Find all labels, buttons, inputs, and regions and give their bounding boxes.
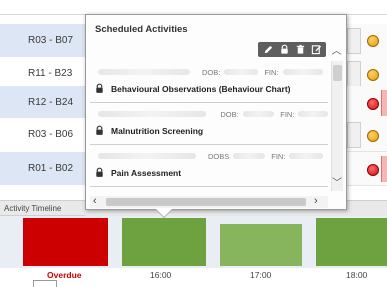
room-label: R11 - B23: [28, 68, 73, 79]
activity-title: Behavioural Observations (Behaviour Char…: [94, 83, 291, 94]
status-dot-icon[interactable]: [367, 98, 379, 110]
list-item[interactable]: DOB: FIN: Behavioural Observations (Beha…: [90, 61, 328, 103]
room-row-3[interactable]: R12 - B24: [0, 86, 85, 120]
overdue-block: [381, 156, 387, 182]
lock-icon: [96, 125, 103, 135]
list-item[interactable]: DOB: FIN: Malnutrition Screening: [90, 103, 328, 145]
patient-info: DOBS FIN:: [90, 151, 328, 161]
redacted-name: [98, 153, 196, 159]
status-dot-icon[interactable]: [367, 69, 379, 81]
room-pale-cell: [347, 61, 361, 87]
activity-title: Pain Assessment: [94, 167, 181, 178]
fin-label: FIN:: [271, 151, 286, 161]
lock-icon: [96, 167, 103, 177]
scroll-up-icon[interactable]: ︿: [329, 42, 344, 57]
scheduled-activities-popup: Scheduled Activities ︿ DOB: FIN: Behavio…: [85, 14, 347, 210]
scroll-right-icon[interactable]: ›: [314, 195, 318, 207]
redacted-name: [98, 111, 207, 117]
timeline-label-overdue: Overdue: [47, 270, 82, 280]
dob-label: DOB:: [220, 109, 239, 119]
list-item[interactable]: DOBS FIN: Pain Assessment: [90, 145, 328, 187]
dob-label: DOBS: [208, 151, 230, 161]
activity-title-text: Pain Assessment: [111, 167, 182, 178]
room-label: R12 - B24: [28, 97, 74, 108]
overdue-block: [381, 90, 387, 116]
scroll-down-icon[interactable]: ﹀: [331, 175, 343, 189]
popup-title: Scheduled Activities: [95, 24, 188, 35]
activity-title-text: Malnutrition Screening: [111, 125, 204, 136]
room-row-1[interactable]: R03 - B07: [0, 24, 85, 58]
redacted-dob: [233, 153, 266, 159]
room-pale-cell: [347, 122, 361, 148]
room-label: R01 - B02: [28, 163, 74, 174]
dob-label: DOB:: [202, 67, 221, 77]
status-dot-icon[interactable]: [367, 164, 379, 176]
redacted-fin: [289, 153, 324, 159]
patient-info: DOB: FIN:: [90, 67, 328, 77]
timeline-label: Activity Timeline: [4, 203, 62, 213]
redacted-fin: [298, 111, 328, 117]
timeline-slot-1700[interactable]: [220, 224, 302, 266]
status-dot-icon[interactable]: [367, 35, 379, 47]
status-dot-icon[interactable]: [367, 130, 379, 142]
grid-header-row: [0, 0, 387, 15]
timeline-slot-1600[interactable]: [122, 218, 206, 266]
redacted-dob: [242, 111, 275, 117]
timeline-slot-1800[interactable]: [316, 218, 387, 266]
note-icon[interactable]: [310, 44, 322, 56]
horizontal-scrollbar[interactable]: ‹ ›: [90, 195, 328, 208]
vertical-scrollbar[interactable]: [331, 61, 343, 191]
patient-info: DOB: FIN:: [90, 109, 328, 119]
room-pale-cell: [347, 28, 361, 54]
popup-pointer: [155, 208, 173, 217]
timeline-slot-overdue[interactable]: [23, 218, 108, 266]
redacted-dob: [224, 69, 259, 75]
timeline-label-1800: 18:00: [346, 270, 368, 280]
room-row-4[interactable]: R03 - B06: [0, 118, 85, 152]
timeline-label-1700: 17:00: [250, 270, 272, 280]
activity-list: DOB: FIN: Behavioural Observations (Beha…: [90, 61, 328, 191]
activity-title-text: Behavioural Observations (Behaviour Char…: [111, 83, 291, 94]
lock-icon: [96, 83, 103, 93]
lock-icon[interactable]: [278, 44, 290, 56]
fin-label: FIN:: [264, 67, 279, 77]
vertical-scroll-thumb[interactable]: [333, 65, 342, 81]
room-label: R03 - B07: [28, 35, 74, 46]
scroll-left-icon[interactable]: ‹: [93, 195, 97, 207]
fin-label: FIN:: [280, 109, 295, 119]
activity-title: Malnutrition Screening: [94, 125, 203, 136]
room-label: R03 - B06: [28, 129, 74, 140]
edit-icon[interactable]: [262, 44, 274, 56]
timeline-label-1600: 16:00: [150, 270, 172, 280]
timeline-header: Activity Timeline: [0, 200, 85, 216]
redacted-fin: [282, 69, 323, 75]
horizontal-scroll-thumb[interactable]: [106, 198, 306, 206]
redacted-name: [98, 69, 190, 75]
delete-icon[interactable]: [294, 44, 306, 56]
popup-toolbar: [258, 42, 326, 57]
room-row-5[interactable]: R01 - B02: [0, 152, 85, 186]
